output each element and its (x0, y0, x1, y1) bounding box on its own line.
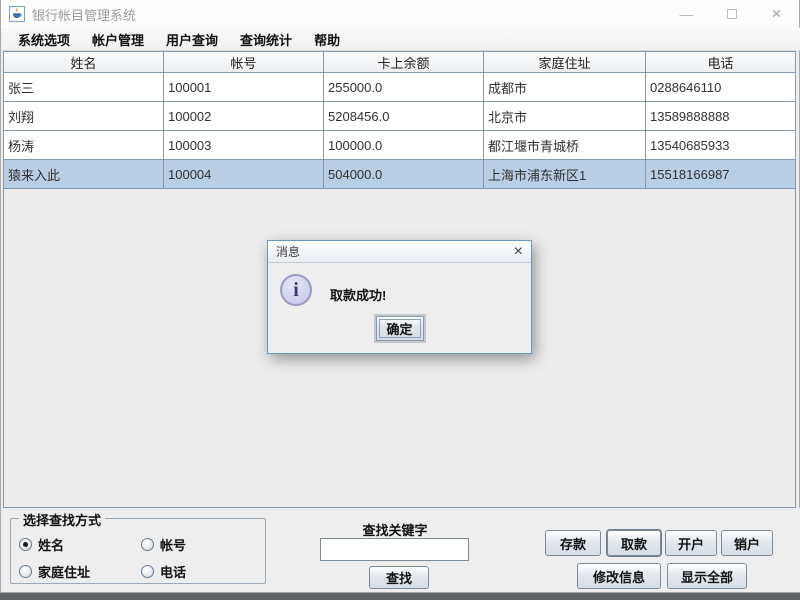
menu-bar: 系统选项 帐户管理 用户查询 查询统计 帮助 (2, 28, 800, 51)
table-cell: 张三 (4, 73, 164, 101)
menu-help[interactable]: 帮助 (303, 28, 351, 51)
menu-system-options[interactable]: 系统选项 (7, 28, 81, 51)
radio-label: 家庭住址 (38, 562, 90, 581)
search-mode-group: 选择查找方式 姓名 帐号 家庭住址 电话 (10, 518, 266, 584)
column-header-phone[interactable]: 电话 (646, 52, 795, 72)
menu-query-statistics[interactable]: 查询统计 (229, 28, 303, 51)
window-title: 银行帐目管理系统 (32, 5, 136, 24)
table-cell: 杨涛 (4, 131, 164, 159)
column-header-account[interactable]: 帐号 (164, 52, 324, 72)
ok-button[interactable]: 确定 (376, 316, 424, 341)
show-all-button[interactable]: 显示全部 (667, 563, 747, 589)
close-account-button[interactable]: 销户 (721, 530, 773, 556)
dialog-title: 消息 (276, 243, 514, 260)
table-cell: 100000.0 (324, 131, 484, 159)
table-cell: 成都市 (484, 73, 646, 101)
table-row[interactable]: 杨涛 100003 100000.0 都江堰市青城桥 13540685933 (4, 131, 795, 160)
radio-icon (19, 538, 32, 551)
table-cell: 100002 (164, 102, 324, 130)
table-row[interactable]: 刘翔 100002 5208456.0 北京市 13589888888 (4, 102, 795, 131)
table-cell: 北京市 (484, 102, 646, 130)
table-cell: 13589888888 (646, 102, 795, 130)
open-account-button[interactable]: 开户 (665, 530, 717, 556)
table-cell: 504000.0 (324, 160, 484, 188)
desktop: 银行帐目管理系统 — × 系统选项 帐户管理 用户查询 查询统计 帮助 姓名 帐… (0, 0, 800, 600)
table-cell: 猿来入此 (4, 160, 164, 188)
dialog-title-bar: 消息 × (268, 241, 531, 263)
dialog-message: 取款成功! (330, 285, 386, 304)
table-cell: 100003 (164, 131, 324, 159)
modify-info-button[interactable]: 修改信息 (577, 563, 661, 589)
radio-option-address[interactable]: 家庭住址 (19, 562, 90, 581)
keyword-label: 查找关键字 (320, 520, 470, 539)
table-cell: 都江堰市青城桥 (484, 131, 646, 159)
radio-icon (19, 565, 32, 578)
table-cell: 255000.0 (324, 73, 484, 101)
caption-controls: — × (664, 0, 799, 28)
keyword-input[interactable] (320, 538, 469, 561)
menu-user-query[interactable]: 用户查询 (155, 28, 229, 51)
minimize-icon[interactable]: — (664, 0, 709, 28)
title-bar: 银行帐目管理系统 — × (1, 0, 799, 28)
table-cell: 100004 (164, 160, 324, 188)
dialog-body: i 取款成功! 确定 (268, 263, 531, 354)
search-mode-group-title: 选择查找方式 (19, 510, 105, 529)
radio-icon (141, 538, 154, 551)
withdraw-button[interactable]: 取款 (607, 530, 661, 556)
message-dialog: 消息 × i 取款成功! 确定 (267, 240, 532, 354)
table-cell: 上海市浦东新区1 (484, 160, 646, 188)
table-cell: 刘翔 (4, 102, 164, 130)
table-cell: 15518166987 (646, 160, 795, 188)
radio-option-account[interactable]: 帐号 (141, 535, 186, 554)
maximize-box (727, 9, 737, 19)
find-button[interactable]: 查找 (369, 566, 429, 589)
table-row[interactable]: 张三 100001 255000.0 成都市 0288646110 (4, 73, 795, 102)
taskbar (0, 593, 800, 600)
table-row[interactable]: 猿来入此 100004 504000.0 上海市浦东新区1 1551816698… (4, 160, 795, 189)
close-icon[interactable]: × (754, 0, 799, 28)
radio-option-phone[interactable]: 电话 (141, 562, 186, 581)
info-icon: i (280, 274, 312, 306)
table-cell: 5208456.0 (324, 102, 484, 130)
radio-label: 姓名 (38, 535, 64, 554)
maximize-icon[interactable] (709, 0, 754, 28)
radio-label: 电话 (160, 562, 186, 581)
java-app-icon (9, 6, 25, 22)
column-header-address[interactable]: 家庭住址 (484, 52, 646, 72)
table-cell: 0288646110 (646, 73, 795, 101)
table-cell: 13540685933 (646, 131, 795, 159)
table-cell: 100001 (164, 73, 324, 101)
column-header-balance[interactable]: 卡上余额 (324, 52, 484, 72)
dialog-close-icon[interactable]: × (514, 244, 523, 260)
menu-account-management[interactable]: 帐户管理 (81, 28, 155, 51)
bottom-panel: 选择查找方式 姓名 帐号 家庭住址 电话 查找关键字 (2, 508, 800, 592)
radio-label: 帐号 (160, 535, 186, 554)
radio-option-name[interactable]: 姓名 (19, 535, 64, 554)
table-header: 姓名 帐号 卡上余额 家庭住址 电话 (4, 52, 795, 73)
column-header-name[interactable]: 姓名 (4, 52, 164, 72)
radio-icon (141, 565, 154, 578)
deposit-button[interactable]: 存款 (545, 530, 601, 556)
